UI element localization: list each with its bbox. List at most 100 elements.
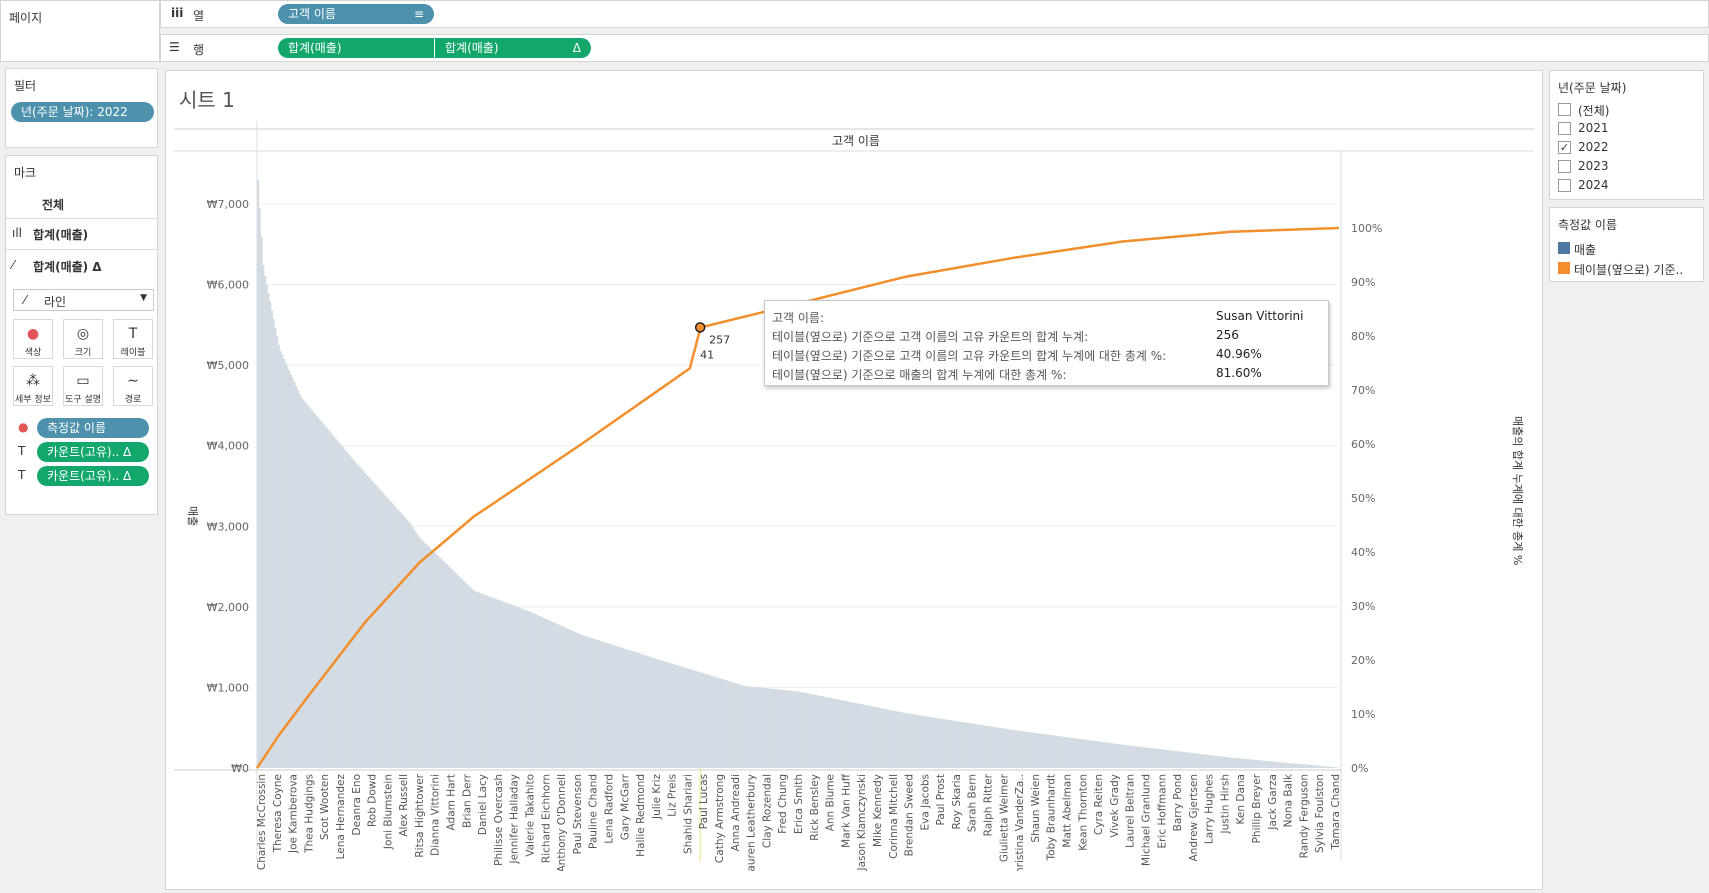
checkbox-label-3: 2023 [1578,159,1609,173]
x-tick-label: Brian Derr [461,773,473,828]
x-tick-label: Giulietta Weimer [998,773,1010,862]
filters-title: 필터 [14,79,37,93]
field-measure-names[interactable]: 측정값 이름 [37,418,149,438]
detail-button[interactable]: ⁂ 세부 정보 [13,366,53,406]
x-tick-label: Jennifer Halladay [509,774,521,865]
tooltip-button[interactable]: ▭ 도구 설명 [63,366,103,406]
label-button-label: 레이블 [120,348,146,358]
tooltip-icon: ▭ [76,373,90,389]
columns-pill-label: 고객 이름 [288,7,336,21]
checkbox-4[interactable] [1558,179,1571,192]
x-tick-label: Brendan Sweed [904,774,916,856]
size-icon: ◎ [76,326,90,342]
x-tick-label: Joni Blumstein [382,774,394,850]
x-tick-label: Erica Smith [793,774,805,834]
tooltip-value-count-percent: 40.96% [1216,347,1262,361]
columns-icon: iii [171,6,184,20]
x-tick-label: Cyra Reiten [1093,774,1105,835]
y-tick-right: 100% [1351,222,1382,235]
checkbox-0[interactable] [1558,103,1571,116]
x-tick-label: Deanra Eno [351,774,363,835]
columns-shelf[interactable]: iii 열 고객 이름 ≡ [160,0,1709,28]
rows-pill-label: 합계(매출) [288,41,342,55]
y-tick-right: 60% [1351,438,1375,451]
rows-shelf[interactable]: ☰ 행 합계(매출) 합계(매출) Δ [160,34,1709,62]
pareto-chart[interactable]: 고객 이름 매출 매출의 합계 누계에 대한 총계 % ₩0 ₩1,000 ₩2,0… [166,121,1542,871]
y-tick-left: ₩0 [231,762,249,775]
mark-type-select[interactable]: ⁄ 라인 ▼ [13,289,154,311]
checkbox-label-4: 2024 [1578,178,1609,192]
field-count-distinct-2[interactable]: 카운트(고유).. Δ [37,466,149,486]
legend-item-running-total[interactable]: 테이블(옆으로) 기준.. [1574,261,1683,278]
y-tick-left: ₩5,000 [207,359,249,372]
columns-pill-customer-name[interactable]: 고객 이름 ≡ [278,4,434,24]
tooltip-value-customer: Susan Vittorini [1216,309,1304,323]
x-tick-label: Dianna Vittorini [430,774,442,856]
x-tick-label: Corinna Mitchell [888,774,900,859]
columns-label: 열 [193,9,205,23]
rows-pill-sales-2[interactable]: 합계(매출) Δ [435,38,591,58]
checkbox-2[interactable]: ✓ [1558,141,1571,154]
x-tick-label: Ritsa Hightower [414,773,426,857]
x-tick-label: Paul Prost [935,774,947,825]
x-tick-label: Roy Skaria [951,774,963,829]
pages-shelf[interactable]: 페이지 [0,0,160,62]
rows-pill-label: 합계(매출) [445,41,499,55]
x-tick-label: Liz Preis [667,774,679,817]
sheet-title: 시트 1 [179,88,235,112]
x-tick-label: Tamara Chand [1330,774,1342,851]
field-count-distinct-1[interactable]: 카운트(고유).. Δ [37,442,149,462]
color-icon: ● [26,326,40,342]
filter-pill-year[interactable]: 년(주문 날짜): 2022 [11,102,154,122]
marks-sales-line[interactable]: 합계(매출) Δ [33,258,102,275]
y-tick-right: 0% [1351,762,1368,775]
y-tick-right: 50% [1351,492,1375,505]
marks-title: 마크 [14,166,37,180]
y-axis-left-label: 매출 [186,506,199,526]
highlight-label-2: 41 [700,348,714,361]
x-tick-label: Theresa Coyne [272,774,284,853]
x-tick-label: Thea Hudgings [303,774,315,854]
x-tick-label: Kean Thornton [1077,774,1089,851]
size-button[interactable]: ◎ 크기 [63,319,103,359]
x-tick-label: Shaun Weien [1030,774,1042,843]
x-tick-label: Adam Hart [446,774,458,830]
rows-pill-sales-1[interactable]: 합계(매출) [278,38,434,58]
marks-all[interactable]: 전체 [42,196,64,213]
rows-icon: ☰ [169,40,180,54]
checkbox-1[interactable] [1558,122,1571,135]
tooltip-label-running-count: 테이블(옆으로) 기준으로 고객 이름의 고유 카운트의 합계 누계: [772,330,1089,344]
color-button-label: 색상 [24,348,42,358]
y-tick-right: 80% [1351,330,1375,343]
label-button[interactable]: T 레이블 [113,319,153,359]
filters-card: 필터 년(주문 날짜): 2022 [5,68,158,148]
path-button[interactable]: ∼ 경로 [113,366,153,406]
x-tick-label: Valerie Takahito [525,774,537,857]
legend-swatch-running-total [1558,262,1570,274]
size-button-label: 크기 [74,348,92,358]
y-tick-left: ₩6,000 [207,279,249,292]
y-tick-left: ₩1,000 [207,681,249,694]
path-button-label: 경로 [124,395,142,405]
color-button[interactable]: ● 색상 [13,319,53,359]
y-tick-right: 70% [1351,384,1375,397]
tooltip-label-count-percent: 테이블(옆으로) 기준으로 고객 이름의 고유 카운트의 합계 누계에 대한 총… [772,349,1167,363]
x-tick-label: Paul Stevenson [572,774,584,854]
legend-item-sales[interactable]: 매출 [1574,241,1596,258]
x-tick-label: Justin Hirsh [1219,774,1231,835]
marks-line-icon: ⁄ [12,258,15,272]
x-tick-label: Nona Balk [1283,773,1295,827]
y-tick-right: 90% [1351,276,1375,289]
checkbox-3[interactable] [1558,160,1571,173]
x-tick-label: Cathy Armstrong [714,774,726,863]
delta-icon: Δ [572,41,581,55]
year-filter-title: 년(주문 날짜) [1558,81,1627,95]
hover-tooltip: 고객 이름: Susan Vittorini 테이블(옆으로) 기준으로 고객 … [764,300,1329,386]
x-tick-label: Eric Hoffmann [1156,774,1168,849]
x-tick-label: Pauline Chand [588,774,600,849]
legend-swatch-sales [1558,242,1570,254]
x-tick-label: Ann Blume [825,774,837,831]
label-field-icon: T [18,444,26,458]
marks-sales-bar[interactable]: 합계(매출) [33,226,88,243]
y-tick-right: 30% [1351,600,1375,613]
